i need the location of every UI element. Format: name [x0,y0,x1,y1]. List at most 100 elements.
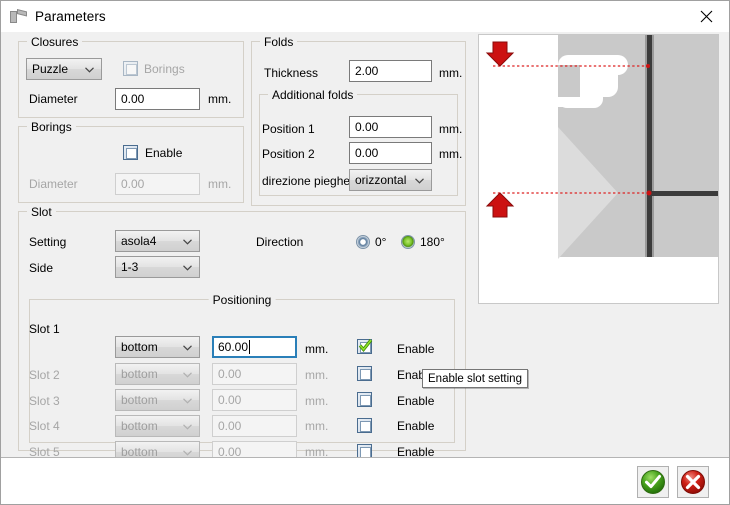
slot-row-enable-checkbox[interactable] [357,418,372,433]
check-icon [357,337,374,354]
slot-row-position-value: bottom [121,419,158,433]
borings-enable-checkbox[interactable] [123,145,138,160]
chevron-down-icon [183,345,192,351]
closures-diameter-value: 0.00 [121,92,145,106]
slot-row-enable-label: Enable [397,419,435,433]
slot-row-position-combo: bottom [115,415,200,437]
folds-thickness-label: Thickness [264,66,319,80]
borings-diameter-value: 0.00 [121,177,145,191]
close-icon[interactable] [684,1,729,31]
title-bar: Parameters [1,1,729,32]
slot-row-enable-checkbox[interactable] [357,337,374,354]
position2-input[interactable]: 0.00 [349,142,432,164]
slot-row-unit: mm. [305,342,329,356]
direction-radio-0[interactable] [356,235,370,249]
tooltip: Enable slot setting [422,369,528,388]
position1-input[interactable]: 0.00 [349,116,432,138]
direction-radio-180[interactable] [401,235,415,249]
slot-setting-label: Setting [29,235,67,249]
closures-borings-label: Borings [144,62,185,76]
position1-label: Position 1 [262,122,315,136]
additional-folds-legend: Additional folds [268,88,358,102]
position2-unit: mm. [439,147,463,161]
slot-row-value: 0.00 [218,367,242,381]
chevron-down-icon [183,265,192,271]
fold-direction-combo[interactable]: orizzontal [349,169,432,191]
folds-thickness-value: 2.00 [355,64,379,78]
slot-row-position-combo[interactable]: bottom [115,336,200,358]
closures-diameter-input[interactable]: 0.00 [115,88,200,110]
slot-row-value-input[interactable]: 60.00 [212,336,297,358]
arrow-down-marker [485,41,515,67]
slot-row-value-input: 0.00 [212,415,297,437]
slot-preview-drawing [485,35,718,260]
closures-borings-checkbox[interactable] [123,61,138,76]
direction-label: Direction [256,235,304,249]
slot-side-combo[interactable]: 1-3 [115,256,200,278]
slot-row-position-value: bottom [121,340,158,354]
slot-row-value-input: 0.00 [212,389,297,411]
slot-row-unit: mm. [305,419,329,433]
slot-row-enable-label: Enable [397,342,435,356]
chevron-down-icon [183,239,192,245]
slot-row-value: 60.00 [218,340,249,354]
closures-diameter-label: Diameter [29,92,78,106]
chevron-down-icon [183,398,192,404]
slot-setting-combo[interactable]: asola4 [115,230,200,252]
slot-row-name: Slot 3 [29,394,60,408]
folds-thickness-unit: mm. [439,66,463,80]
slot-row-position-value: bottom [121,367,158,381]
footer-bar [1,457,729,504]
cancel-button[interactable] [677,466,709,498]
position2-label: Position 2 [262,147,315,161]
parameters-dialog: Parameters Closures Puzzle Borings Diame… [0,0,730,505]
borings-diameter-unit: mm. [208,177,232,191]
position1-value: 0.00 [355,120,379,134]
slot-row-position-value: bottom [121,393,158,407]
text-caret [249,340,251,354]
direction-radio-180-label: 180° [420,235,445,249]
slot-row-enable-checkbox[interactable] [357,392,372,407]
slot-setting-value: asola4 [121,234,157,248]
borings-diameter-label: Diameter [29,177,78,191]
slot-legend: Slot [27,205,56,219]
chevron-down-icon [415,178,424,184]
slot-row-position-combo: bottom [115,389,200,411]
slot-side-label: Side [29,261,54,275]
slot-row-value: 0.00 [218,393,242,407]
slot-side-value: 1-3 [121,260,139,274]
direction-radio-0-label: 0° [375,235,387,249]
closure-type-combo[interactable]: Puzzle [26,58,102,80]
fold-profile-icon [10,9,27,24]
closures-diameter-unit: mm. [208,92,232,106]
folds-thickness-input[interactable]: 2.00 [349,60,432,82]
closure-type-value: Puzzle [32,62,69,76]
slot-row-enable-label: Enable [397,394,435,408]
closures-legend: Closures [27,35,83,49]
folds-legend: Folds [260,35,298,49]
position1-unit: mm. [439,122,463,136]
borings-diameter-input: 0.00 [115,173,200,195]
ok-check-icon [640,469,666,495]
arrow-up-marker [485,192,515,218]
slot-row-unit: mm. [305,394,329,408]
fold-direction-label: direzione pieghe [262,174,351,188]
slot-row-name: Slot 4 [29,419,60,433]
chevron-down-icon [85,67,94,73]
chevron-down-icon [183,450,192,456]
position2-value: 0.00 [355,146,379,160]
slot-row-position-combo: bottom [115,363,200,385]
chevron-down-icon [183,372,192,378]
positioning-legend: Positioning [208,293,276,307]
tooltip-text: Enable slot setting [428,372,522,385]
borings-legend: Borings [27,120,76,134]
borings-enable-label: Enable [145,146,183,160]
slot-row-value-input: 0.00 [212,363,297,385]
slot-row-enable-checkbox[interactable] [357,366,372,381]
fold-direction-value: orizzontal [355,173,407,187]
slot-row-name: Slot 2 [29,368,60,382]
chevron-down-icon [183,424,192,430]
cancel-cross-icon [680,469,706,495]
ok-button[interactable] [637,466,669,498]
slot-row-name: Slot 1 [29,322,60,336]
